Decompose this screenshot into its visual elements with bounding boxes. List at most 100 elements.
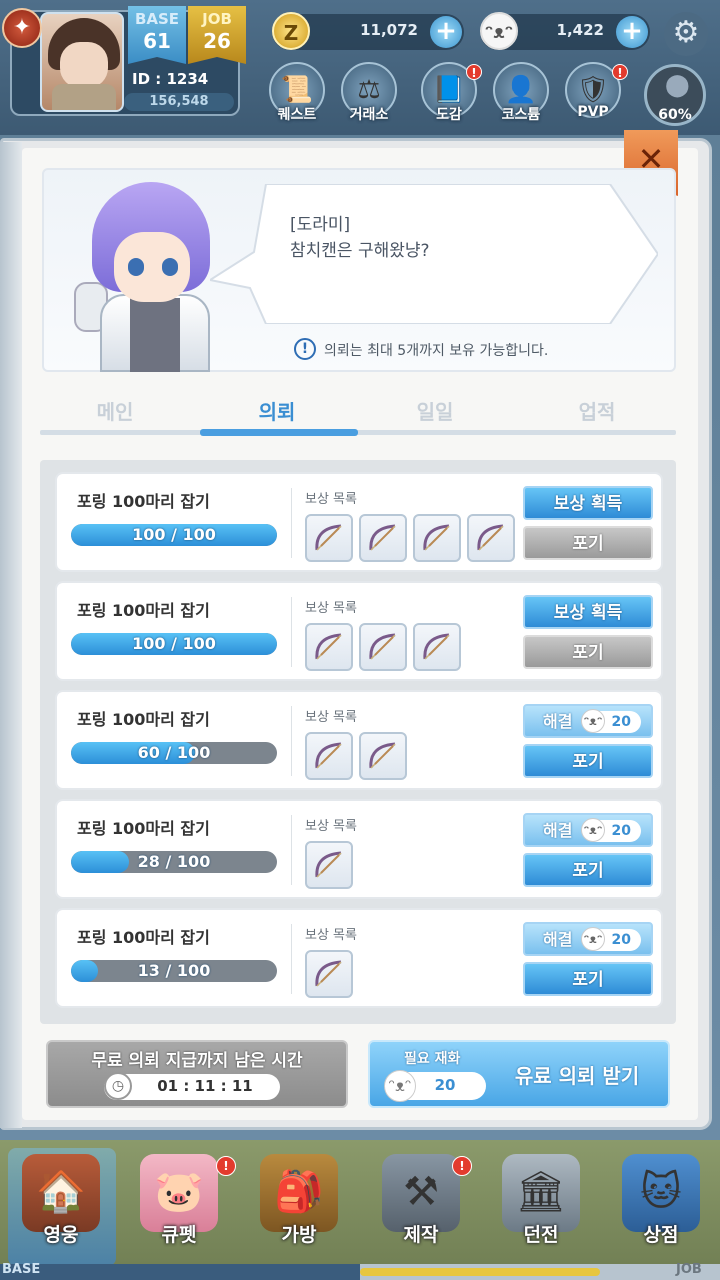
nav-craft-label: 제작 — [403, 1224, 439, 1246]
menu-pvp-label: PVP — [577, 104, 609, 120]
alert-badge-icon: ! — [612, 64, 628, 80]
nav-dungeon[interactable]: 🏛 던전 — [486, 1150, 596, 1262]
quest-progress-bar: 28 / 100 — [71, 851, 277, 873]
map-button[interactable]: ⬤ 60% — [644, 64, 706, 126]
nav-bag-label: 가방 — [281, 1224, 317, 1246]
tab-daily[interactable]: 일일 — [360, 396, 510, 425]
menu-costume-button[interactable]: 👤 코스튬 — [490, 62, 552, 126]
map-percent: 60% — [658, 107, 692, 123]
quest-title: 포링 100마리 잡기 — [77, 710, 210, 729]
quest-progress-bar: 100 / 100 — [71, 633, 277, 655]
alert-badge-icon: ! — [216, 1156, 236, 1176]
add-cat-coin-button[interactable]: + — [616, 16, 648, 48]
menu-exchange-label: 거래소 — [349, 107, 389, 123]
quest-row: 포링 100마리 잡기 100 / 100 보상 목록 보상 획득포기 — [55, 581, 663, 681]
add-zeny-button[interactable]: + — [430, 16, 462, 48]
resolve-label: 해결 — [543, 712, 573, 731]
job-exp-label: JOB — [676, 1262, 702, 1277]
npc-name: [도라미] — [290, 215, 351, 235]
abandon-button[interactable]: 포기 — [523, 635, 653, 669]
npc-dialog-text: 참치캔은 구해왔냥? — [290, 241, 430, 261]
quest-row: 포링 100마리 잡기 13 / 100 보상 목록 해결 20 ᵔᴥᵔ 포기 — [55, 908, 663, 1008]
paid-quest-label: 유료 의뢰 받기 — [514, 1064, 640, 1088]
base-exp-bar — [0, 1264, 360, 1280]
avatar[interactable] — [40, 12, 124, 112]
reward-item-bow[interactable] — [467, 514, 515, 562]
nav-shop[interactable]: 🐱 상점 — [606, 1150, 716, 1262]
nav-cupet-label: 큐펫 — [161, 1224, 197, 1246]
resolve-button[interactable]: 해결 20 ᵔᴥᵔ — [523, 704, 653, 738]
abandon-button[interactable]: 포기 — [523, 744, 653, 778]
menu-quest-label: 퀘스트 — [277, 107, 317, 123]
tab-achievement[interactable]: 업적 — [522, 396, 672, 425]
resolve-label: 해결 — [543, 821, 573, 840]
zeny-counter: Z 11,072 + — [272, 12, 464, 50]
reward-item-bow[interactable] — [305, 514, 353, 562]
menu-book-label: 도감 — [436, 107, 462, 123]
quest-progress-text: 100 / 100 — [132, 634, 216, 653]
nav-cupet[interactable]: 🐷 큐펫 ! — [124, 1150, 236, 1262]
reward-item-bow[interactable] — [413, 514, 461, 562]
nav-craft[interactable]: ⚒ 제작 ! — [366, 1150, 476, 1262]
menu-quest-button[interactable]: 📜 퀘스트 — [266, 62, 328, 126]
zeny-coin-icon: Z — [272, 12, 310, 50]
reward-item-bow[interactable] — [305, 841, 353, 889]
resolve-button[interactable]: 해결 20 ᵔᴥᵔ — [523, 813, 653, 847]
quest-progress-bar: 60 / 100 — [71, 742, 277, 764]
job-level-badge: JOB 26 — [188, 6, 246, 64]
reward-item-bow[interactable] — [413, 623, 461, 671]
cat-coin-counter: ᵔᴥᵔ 1,422 + — [480, 12, 650, 50]
quest-limit-notice: 의뢰는 최대 5개까지 보유 가능합니다. — [324, 343, 549, 359]
reward-list-label: 보상 목록 — [305, 601, 357, 616]
speech-bubble — [210, 184, 658, 324]
gear-icon[interactable]: ⚙ — [664, 12, 708, 56]
reward-item-bow[interactable] — [305, 623, 353, 671]
player-id: ID : 1234 — [132, 70, 209, 88]
info-icon: ! — [294, 338, 316, 360]
cat-coin-icon: ᵔᴥᵔ — [581, 927, 605, 951]
alert-badge-icon: ! — [452, 1156, 472, 1176]
quest-row: 포링 100마리 잡기 28 / 100 보상 목록 해결 20 ᵔᴥᵔ 포기 — [55, 799, 663, 899]
abandon-button[interactable]: 포기 — [523, 526, 653, 560]
quest-row: 포링 100마리 잡기 100 / 100 보상 목록 보상 획득 포기 — [55, 472, 663, 572]
class-emblem-icon: ✦ — [2, 8, 42, 48]
base-level-value: 61 — [143, 29, 171, 53]
exp-value: 156,548 — [124, 93, 234, 111]
menu-exchange-button[interactable]: ⚖ 거래소 — [338, 62, 400, 126]
zeny-amount: 11,072 — [360, 21, 418, 39]
tab-main[interactable]: 메인 — [40, 396, 190, 425]
timer-value: 01 : 11 : 11 — [157, 1077, 253, 1095]
reward-item-bow[interactable] — [359, 623, 407, 671]
base-level-badge: BASE 61 — [128, 6, 186, 64]
abandon-button[interactable]: 포기 — [523, 962, 653, 996]
quest-row: 포링 100마리 잡기 60 / 100 보상 목록 해결 20 ᵔᴥᵔ 포기 — [55, 690, 663, 790]
cat-coin-icon: ᵔᴥᵔ — [581, 709, 605, 733]
nav-hero[interactable]: 🏠 영웅 — [6, 1150, 116, 1262]
resolve-button[interactable]: 해결 20 ᵔᴥᵔ — [523, 922, 653, 956]
reward-item-bow[interactable] — [359, 732, 407, 780]
nav-bag[interactable]: 🎒 가방 — [244, 1150, 354, 1262]
quest-title: 포링 100마리 잡기 — [77, 601, 210, 620]
reward-item-bow[interactable] — [305, 950, 353, 998]
job-exp-fill — [360, 1268, 600, 1276]
base-level-label: BASE — [134, 10, 180, 28]
claim-reward-button[interactable]: 보상 획득 — [523, 486, 653, 520]
reward-item-bow[interactable] — [305, 732, 353, 780]
free-quest-timer-label: 무료 의뢰 지급까지 남은 시간 — [91, 1051, 303, 1071]
quest-title: 포링 100마리 잡기 — [77, 819, 210, 838]
reward-item-bow[interactable] — [359, 514, 407, 562]
reward-list-label: 보상 목록 — [305, 492, 357, 507]
cat-coin-icon: ᵔᴥᵔ — [581, 818, 605, 842]
nav-dungeon-label: 던전 — [523, 1224, 559, 1246]
tab-request[interactable]: 의뢰 — [202, 396, 352, 425]
menu-book-button[interactable]: 📘 도감 ! — [418, 62, 482, 126]
reward-list-label: 보상 목록 — [305, 928, 357, 943]
claim-reward-button[interactable]: 보상 획득 — [523, 595, 653, 629]
alert-badge-icon: ! — [466, 64, 482, 80]
menu-pvp-button[interactable]: 🛡 PVP ! — [562, 62, 628, 126]
abandon-button[interactable]: 포기 — [523, 853, 653, 887]
required-currency-label: 필요 재화 — [404, 1051, 461, 1067]
quest-title: 포링 100마리 잡기 — [77, 928, 210, 947]
base-exp-label: BASE — [2, 1262, 41, 1277]
resolve-label: 해결 — [543, 930, 573, 949]
